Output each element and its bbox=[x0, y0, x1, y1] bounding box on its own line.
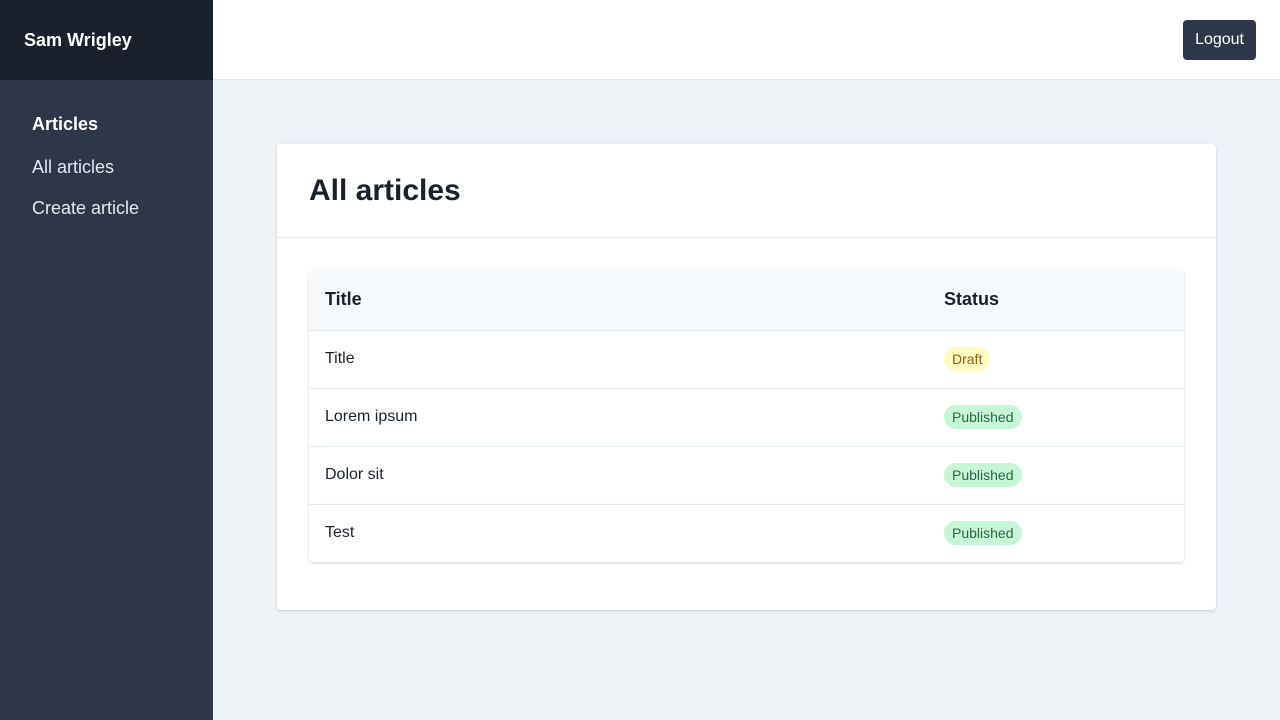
card-body: Title Status Title Draft Lorem ipsum Pub… bbox=[277, 238, 1216, 594]
article-title-cell: Lorem ipsum bbox=[309, 388, 928, 447]
status-badge: Draft bbox=[944, 347, 991, 371]
brand-name: Sam Wrigley bbox=[0, 0, 213, 80]
sidebar: Sam Wrigley Articles All articles Create… bbox=[0, 0, 213, 720]
table-row[interactable]: Title Draft bbox=[309, 330, 1184, 389]
page-title: All articles bbox=[309, 173, 461, 207]
table-header: Title Status bbox=[309, 270, 1184, 331]
table-row[interactable]: Test Published bbox=[309, 504, 1184, 562]
article-title-cell: Dolor sit bbox=[309, 446, 928, 505]
article-title-cell: Title bbox=[309, 330, 928, 389]
status-badge: Published bbox=[944, 405, 1022, 429]
articles-card: All articles Title Status Title Draft Lo… bbox=[277, 144, 1216, 610]
article-status-cell: Published bbox=[928, 388, 1184, 447]
app-root: Sam Wrigley Articles All articles Create… bbox=[0, 0, 1280, 720]
table-body: Title Draft Lorem ipsum Published Dolor … bbox=[309, 330, 1184, 562]
article-title-cell: Test bbox=[325, 524, 355, 542]
status-badge: Published bbox=[944, 521, 1022, 546]
logout-button[interactable]: Logout bbox=[1183, 20, 1256, 60]
column-header-title: Title bbox=[309, 270, 928, 331]
table-row[interactable]: Dolor sit Published bbox=[309, 446, 1184, 505]
table-row[interactable]: Lorem ipsum Published bbox=[309, 388, 1184, 447]
table-header-row: Title Status bbox=[309, 270, 1184, 331]
article-status-cell: Published bbox=[928, 446, 1184, 505]
card-header: All articles bbox=[277, 144, 1216, 238]
sidebar-heading-articles: Articles bbox=[32, 114, 99, 134]
column-header-status: Status bbox=[928, 270, 1184, 331]
topbar: Logout bbox=[213, 0, 1280, 80]
articles-table: Title Status Title Draft Lorem ipsum Pub… bbox=[309, 270, 1184, 562]
status-badge: Published bbox=[944, 463, 1022, 487]
article-status-cell: Draft bbox=[928, 330, 1184, 389]
article-status-cell: Published bbox=[928, 504, 1184, 562]
sidebar-nav: Articles All articles Create article bbox=[0, 80, 213, 219]
sidebar-item-all-articles[interactable]: All articles bbox=[32, 157, 213, 178]
sidebar-item-create-article[interactable]: Create article bbox=[32, 198, 213, 219]
